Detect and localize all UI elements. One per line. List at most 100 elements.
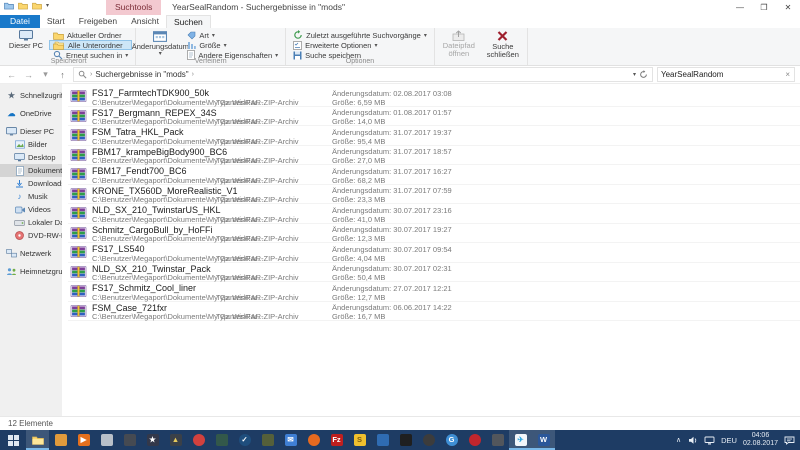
- kind-icon: [187, 31, 196, 40]
- breadcrumb-segment[interactable]: Suchergebnisse in "mods": [95, 70, 188, 79]
- taskbar-app-firefox[interactable]: [302, 430, 325, 450]
- ribbon-group-optionen: Zuletzt ausgeführte Suchvorgänge▾Erweite…: [286, 28, 435, 65]
- sidebar-item-dvd-rw-laufwerk[interactable]: DVD-RW-Laufwerk: [0, 229, 62, 242]
- maximize-icon[interactable]: ❐: [752, 0, 776, 15]
- taskbar-app-app-mail[interactable]: ✉: [279, 430, 302, 450]
- start-button[interactable]: [0, 430, 26, 450]
- taskbar-app-app-red-camera[interactable]: [463, 430, 486, 450]
- file-row[interactable]: FS17_Bergmann_REPEX_34SC:\Benutzer\Megap…: [68, 107, 800, 127]
- sidebar-item-lokaler-datentrager[interactable]: Lokaler Datenträger: [0, 216, 62, 229]
- taskbar-app-app-dark-star[interactable]: ★: [141, 430, 164, 450]
- up-icon[interactable]: ↑: [56, 70, 69, 80]
- videos-icon: [14, 206, 25, 214]
- search-box[interactable]: ×: [657, 67, 795, 82]
- file-row[interactable]: Schmitz_CargoBull_by_HoFFiC:\Benutzer\Me…: [68, 224, 800, 244]
- sidebar-item-dokumente[interactable]: Dokumente: [0, 164, 62, 177]
- sidebar-item-dieser-pc[interactable]: Dieser PC: [0, 125, 62, 138]
- file-row[interactable]: NLD_SX_210_TwinstarUS_HKLC:\Benutzer\Meg…: [68, 204, 800, 224]
- ribbon-button-suche-schliessen[interactable]: Suche schließen: [482, 29, 524, 60]
- taskbar-app-app-red-badge[interactable]: [187, 430, 210, 450]
- sidebar-item-onedrive[interactable]: ☁OneDrive: [0, 107, 62, 120]
- sidebar-item-desktop[interactable]: Desktop: [0, 151, 62, 164]
- file-row[interactable]: FSM_Tatra_HKL_PackC:\Benutzer\Megaport\D…: [68, 126, 800, 146]
- menu-tab-freigeben[interactable]: Freigeben: [72, 15, 124, 28]
- ribbon-button-anderungsdatum[interactable]: Änderungsdatum▾: [139, 29, 181, 58]
- quick-access-toolbar: ▾: [4, 1, 49, 10]
- sidebar-item-videos[interactable]: Videos: [0, 203, 62, 216]
- menu-tab-suchen[interactable]: Suchen: [166, 15, 211, 28]
- search-input[interactable]: [661, 70, 784, 79]
- address-bar: ← → ▾ ↑ › Suchergebnisse in "mods" › ▾ ×: [0, 66, 800, 84]
- file-row[interactable]: FS17_FarmtechTDK900_50kC:\Benutzer\Megap…: [68, 87, 800, 107]
- close-icon[interactable]: ✕: [776, 0, 800, 15]
- taskbar-app-app-dark-tools[interactable]: [118, 430, 141, 450]
- ribbon-button-art[interactable]: Art▾: [183, 30, 282, 40]
- action-center-icon[interactable]: [784, 436, 795, 445]
- ribbon-button-grosse[interactable]: Größe▾: [183, 40, 282, 50]
- menu-tab-ansicht[interactable]: Ansicht: [124, 15, 166, 28]
- sidebar-item-schnellzugriff[interactable]: ★Schnellzugriff: [0, 89, 62, 102]
- taskbar-app-app-green-tree[interactable]: [210, 430, 233, 450]
- desktop-icon: [14, 153, 25, 162]
- back-icon[interactable]: ←: [5, 70, 18, 80]
- ribbon-button-aktueller-ordner[interactable]: Aktueller Ordner: [49, 30, 132, 40]
- menu-tab-datei[interactable]: Datei: [0, 15, 40, 28]
- taskbar-app-app-dark-grey[interactable]: [486, 430, 509, 450]
- address-dropdown-icon[interactable]: ▾: [633, 71, 636, 78]
- sidebar-item-netzwerk[interactable]: Netzwerk: [0, 247, 62, 260]
- volume-icon[interactable]: [687, 436, 698, 445]
- sidebar-item-heimnetzgruppe[interactable]: Heimnetzgruppe: [0, 265, 62, 278]
- network-tray-icon[interactable]: [704, 436, 715, 445]
- explorer-icon[interactable]: [4, 1, 14, 10]
- taskbar-app-app-orange-book[interactable]: [49, 430, 72, 450]
- folder-icon[interactable]: [32, 1, 42, 10]
- taskbar-app-file-explorer[interactable]: [26, 430, 49, 450]
- taskbar-app-app-blue-square[interactable]: [371, 430, 394, 450]
- sidebar-item-label: Dieser PC: [20, 127, 54, 136]
- ribbon-button-zuletzt-ausgefuhrte-suchvorgange[interactable]: Zuletzt ausgeführte Suchvorgänge▾: [289, 30, 431, 40]
- sidebar-item-downloads[interactable]: Downloads: [0, 177, 62, 190]
- minimize-icon[interactable]: —: [728, 0, 752, 15]
- file-row[interactable]: NLD_SX_210_Twinstar_PackC:\Benutzer\Mega…: [68, 263, 800, 283]
- breadcrumb[interactable]: › Suchergebnisse in "mods" › ▾: [73, 67, 653, 82]
- chevron-down-icon[interactable]: ▾: [46, 2, 49, 9]
- contextual-tab-suchtools[interactable]: Suchtools: [106, 0, 161, 15]
- app-dark-star-icon: ★: [147, 434, 159, 446]
- taskbar-app-app-game-scene[interactable]: [256, 430, 279, 450]
- file-row[interactable]: FS17_LS540C:\Benutzer\Megaport\Dokumente…: [68, 243, 800, 263]
- taskbar-app-telegram[interactable]: ✈: [509, 430, 532, 450]
- file-row[interactable]: FSM_Case_721fxrC:\Benutzer\Megaport\Doku…: [68, 302, 800, 322]
- taskbar-app-word[interactable]: W: [532, 430, 555, 450]
- ribbon-button-dieser-pc[interactable]: Dieser PC: [5, 29, 47, 51]
- taskbar-app-app-blue-check[interactable]: ✓: [233, 430, 256, 450]
- file-row[interactable]: FBM17_Fendt700_BC6C:\Benutzer\Megaport\D…: [68, 165, 800, 185]
- taskbar-app-app-media-player[interactable]: ▶: [72, 430, 95, 450]
- file-row[interactable]: KRONE_TX560D_MoreRealistic_V1C:\Benutzer…: [68, 185, 800, 205]
- refresh-icon[interactable]: [639, 70, 648, 79]
- forward-icon[interactable]: →: [22, 70, 35, 80]
- chevron-down-icon: ▾: [424, 32, 427, 39]
- taskbar-app-app-grey-disk[interactable]: [95, 430, 118, 450]
- sidebar-item-musik[interactable]: ♪Musik: [0, 190, 62, 203]
- file-name: FS17_Bergmann_REPEX_34S: [92, 108, 217, 118]
- taskbar-app-app-yellow-s[interactable]: S: [348, 430, 371, 450]
- tray-chevron-up-icon[interactable]: ∧: [676, 436, 681, 444]
- file-row[interactable]: FS17_Schmitz_Cool_linerC:\Benutzer\Megap…: [68, 282, 800, 302]
- history-chevron-icon[interactable]: ▾: [39, 69, 52, 80]
- language-indicator[interactable]: DEU: [721, 436, 737, 445]
- ribbon-button-erweiterte-optionen[interactable]: Erweiterte Optionen▾: [289, 40, 431, 50]
- folder-icon[interactable]: [18, 1, 28, 10]
- file-size: Größe: 50,4 MB: [332, 273, 385, 282]
- sidebar-item-label: Heimnetzgruppe: [20, 267, 62, 276]
- clear-search-icon[interactable]: ×: [784, 70, 791, 79]
- menu-tab-start[interactable]: Start: [40, 15, 72, 28]
- taskbar-app-filezilla[interactable]: Fz: [325, 430, 348, 450]
- clock[interactable]: 04:06 02.08.2017: [743, 432, 778, 449]
- taskbar-app-app-g-circle[interactable]: G: [440, 430, 463, 450]
- taskbar-app-app-truck-black[interactable]: [394, 430, 417, 450]
- taskbar-app-app-dark-circle[interactable]: [417, 430, 440, 450]
- ribbon-button-alle-unterordner[interactable]: Alle Unterordner: [49, 40, 132, 50]
- sidebar-item-bilder[interactable]: Bilder: [0, 138, 62, 151]
- file-row[interactable]: FBM17_krampeBigBody900_BC6C:\Benutzer\Me…: [68, 146, 800, 166]
- taskbar-app-app-prism[interactable]: ▲: [164, 430, 187, 450]
